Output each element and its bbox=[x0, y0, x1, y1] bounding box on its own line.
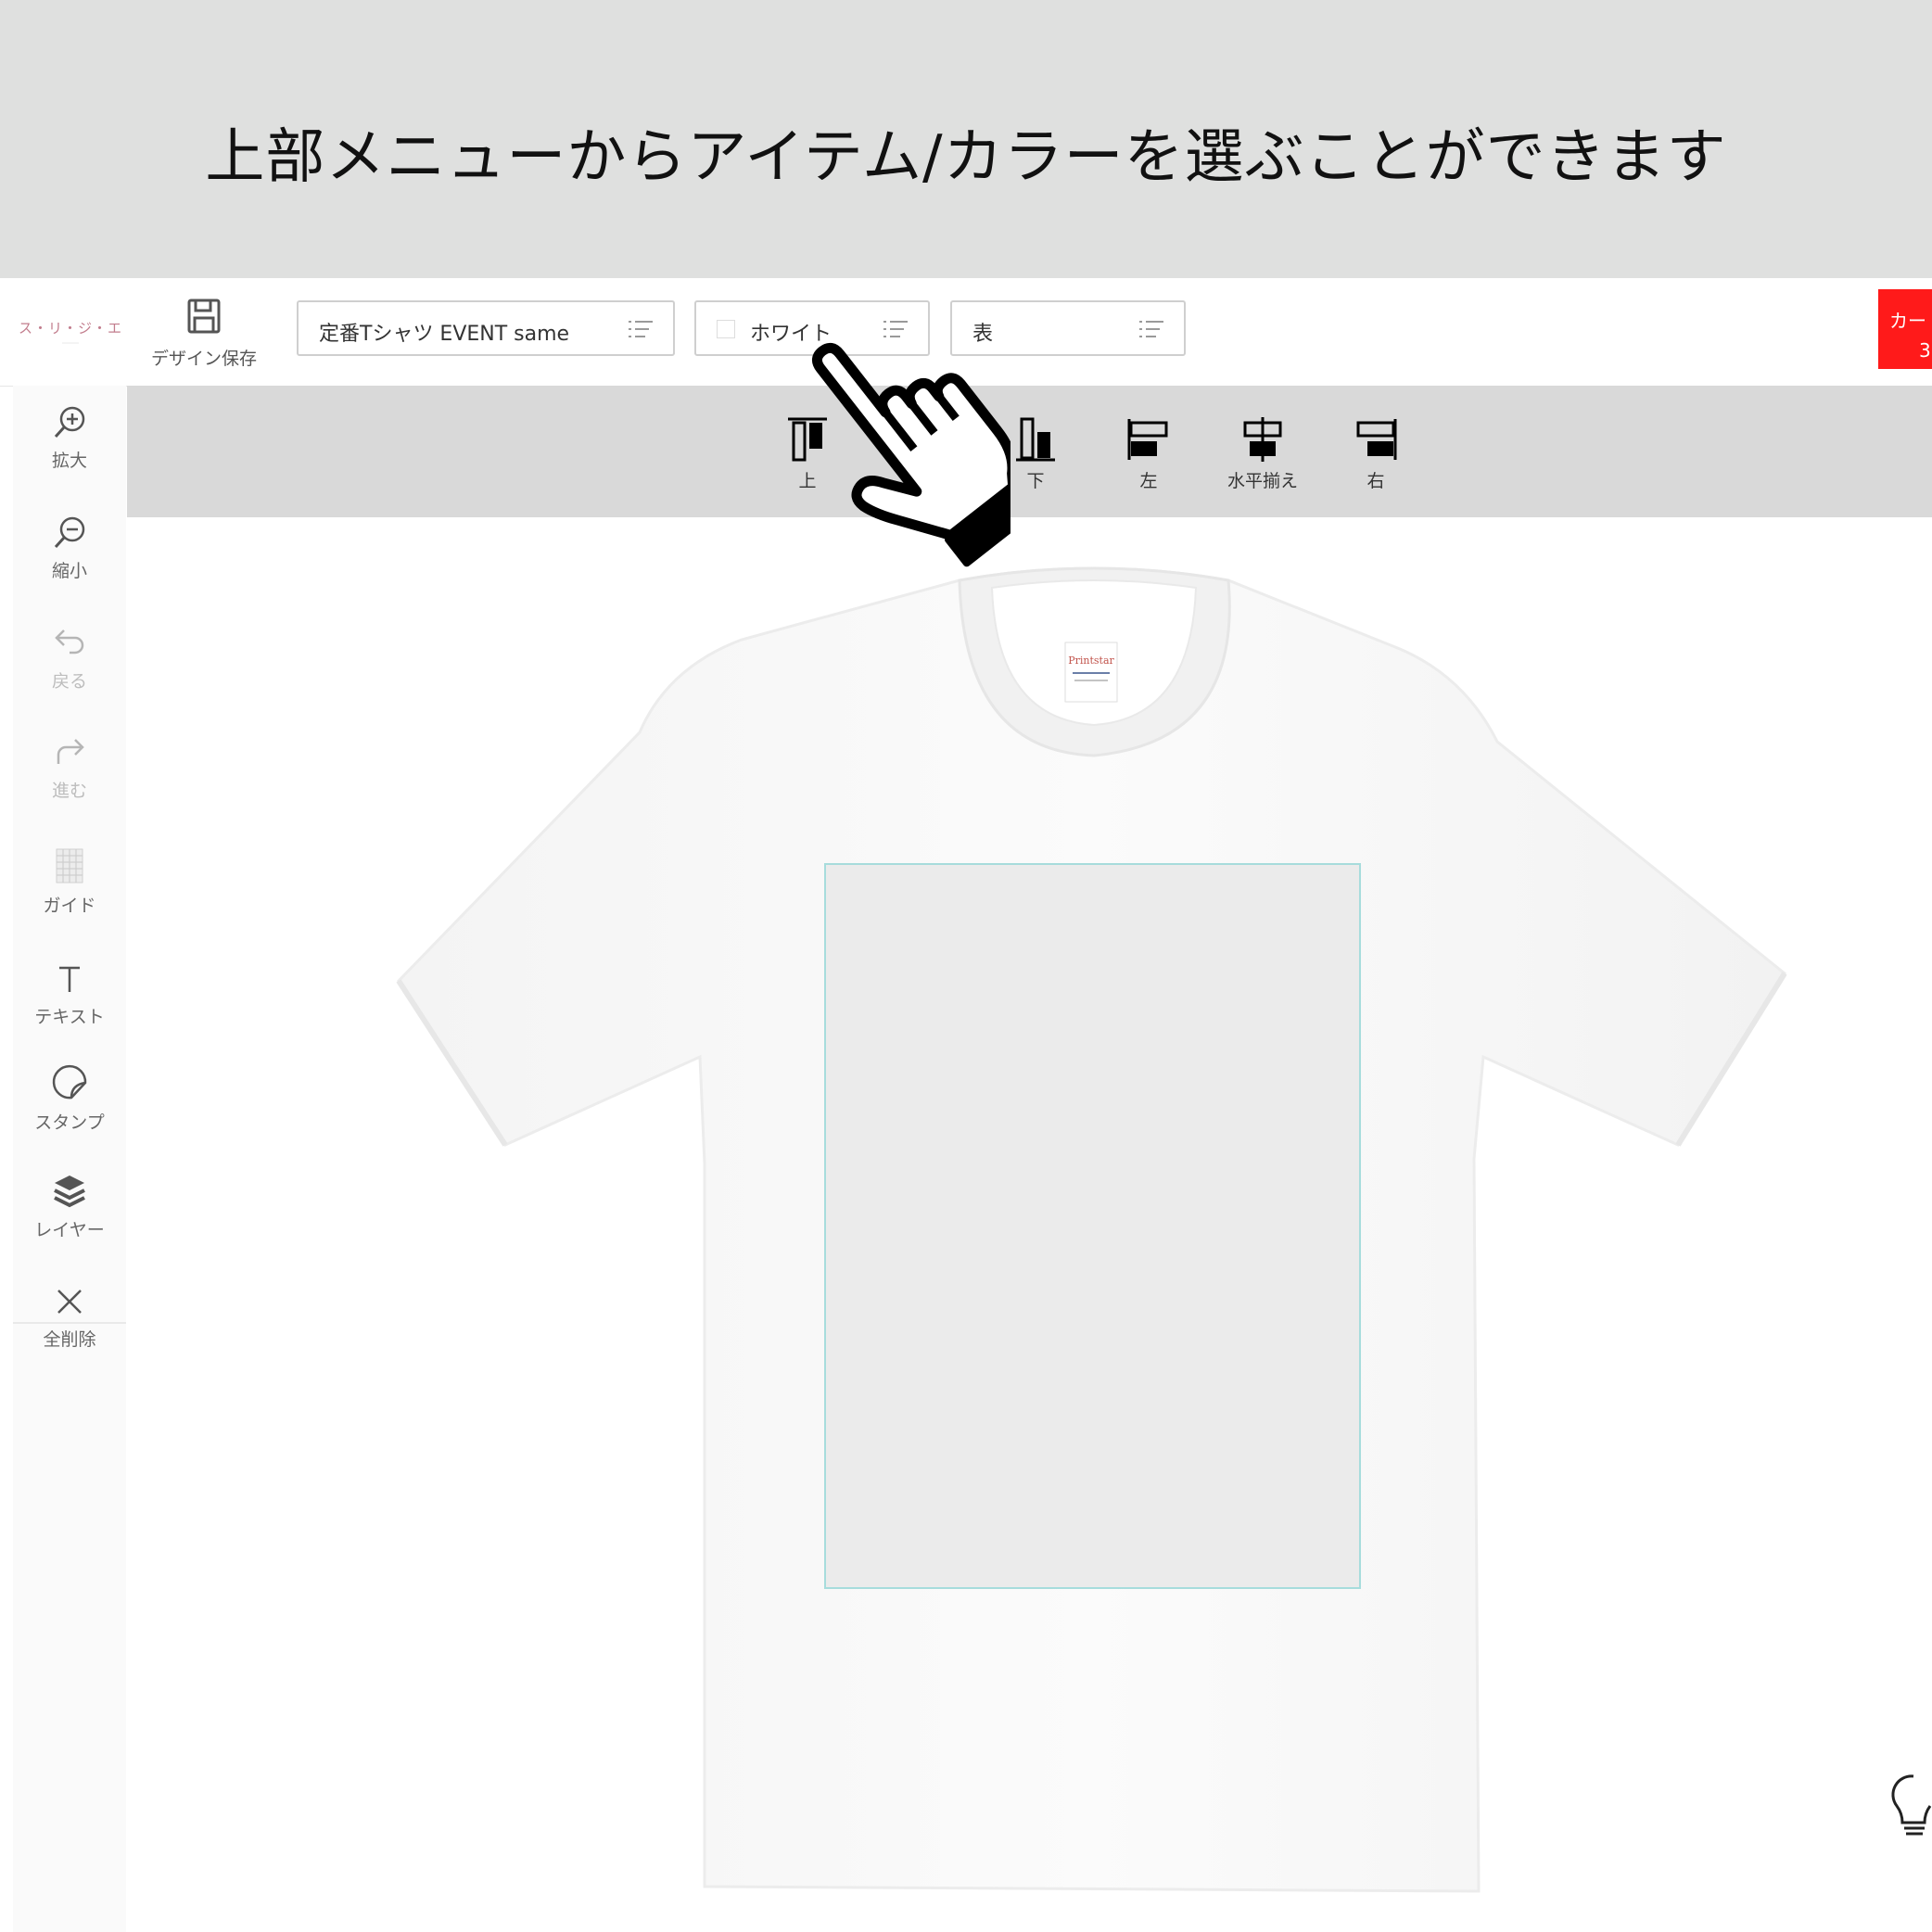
lightbulb-icon[interactable] bbox=[1888, 1771, 1932, 1839]
svg-text:Printstar: Printstar bbox=[1068, 655, 1114, 667]
hand-pointer-icon bbox=[811, 342, 1010, 567]
print-area[interactable] bbox=[824, 863, 1361, 1589]
